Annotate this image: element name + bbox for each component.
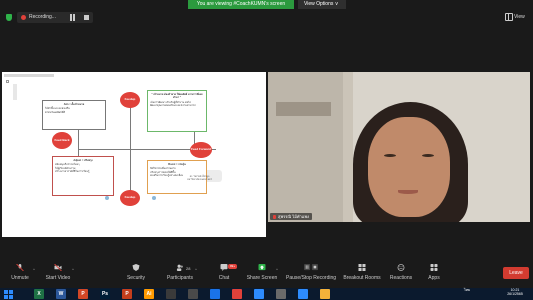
participant-count: 28 [186,266,191,271]
apps-icon [430,264,438,271]
chat-icon [220,264,228,271]
video-background-shelf [268,72,343,222]
recording-label: Recording... [29,14,56,20]
aim-bullet: คาดหวังผลลัพธ์ที่ดี [45,110,65,114]
slide-control-icon[interactable] [6,80,9,83]
video-off-icon [54,264,62,271]
app-14-icon[interactable] [320,289,330,299]
share-screen-label: Share Screen [246,275,278,281]
app-7-icon[interactable] [166,289,176,299]
caret-up-icon[interactable]: ^ [33,267,35,272]
app-10-icon[interactable] [232,289,242,299]
chat-button[interactable]: Chat [204,264,244,288]
pause-stop-recording-button[interactable]: Pause/Stop Recording [286,264,336,288]
participant-name-label: สุพรรณิ ไม้คำแพง [270,213,312,220]
participants-label: Participants [166,275,194,281]
feedup-bottom-burst: Feedup [120,190,140,206]
top-text-box: " เป้าหมาย ต้องท้าทาย ให้ผลลัพธ์ มากกว่า… [147,90,207,132]
chat-badge: 99+ [228,264,238,269]
pause-stop-recording-label: Pause/Stop Recording [286,275,337,281]
reactions-smiley-icon [397,264,405,271]
app-12-icon[interactable] [276,289,286,299]
slide-toolbar [4,74,54,77]
windows-start-icon[interactable] [3,289,13,299]
security-label: Security [126,275,146,281]
caret-up-icon[interactable]: ^ [276,267,278,272]
unmute-label: Unmute [11,275,29,281]
participant-name: สุพรรณิ ไม้คำแพง [278,214,309,219]
word-app-icon[interactable]: W [56,289,66,299]
feedforward-burst: Feed Forward [190,142,212,158]
shared-screen: " เป้าหมาย ต้องท้าทาย ให้ผลลัพธ์ มากกว่า… [2,72,266,237]
muted-mic-icon [16,264,24,271]
top-quote: " เป้าหมาย ต้องท้าทาย ให้ผลลัพธ์ มากกว่า… [151,93,203,100]
shield-icon[interactable] [6,14,12,21]
adjust-box: Adjust = ปรับปรุง สนับสนุนกิจกรรมใหม่ๆ ใ… [52,156,114,196]
excel-app-icon[interactable]: X [34,289,44,299]
clock-date: 26/1/2565 [507,292,523,296]
pin-icon [152,196,156,200]
apps-button[interactable]: Apps [414,264,454,288]
apps-label: Apps [428,275,440,281]
top-banner: You are viewing #CoachKUMN's screen View… [0,0,533,9]
participant-face [368,117,450,217]
feedback-burst: Feed Back [52,132,72,149]
view-options-button[interactable]: View Options v [298,0,346,9]
muted-mic-icon [273,214,276,219]
boost-header: Boost = กระตุ้น [168,163,186,166]
aim-header: Aim = ตั้งเป้าหมาย [63,103,85,106]
app-13-icon[interactable] [298,289,308,299]
video-background-shelf [276,102,331,116]
view-options-label: View Options [304,1,334,7]
top-bullet: พัฒนาคุณภาพของทักษะและความสามารถ [150,104,196,108]
app-9-icon[interactable] [210,289,220,299]
share-screen-icon [258,264,266,271]
adjust-header: Adjust = ปรับปรุง [73,159,93,162]
chevron-down-icon: v [335,1,338,7]
participant-eye [384,154,396,157]
language-indicator[interactable]: ไทย [460,288,474,292]
clock[interactable]: 10:21 26/1/2565 [500,288,530,296]
layout-grid-icon[interactable] [505,13,513,21]
participant-mouth [398,190,418,194]
zoom-meeting-window: You are viewing #CoachKUMN's screen View… [0,0,533,300]
chat-label: Chat [218,275,230,281]
credit-line-2: มหาวิทยาลัยเกษตรศาสตร์ [187,179,212,181]
participants-button[interactable]: Participants [160,264,200,288]
photoshop-app-icon[interactable]: Ps [100,289,110,299]
axis-line-vertical [130,102,131,200]
participant-eye [422,154,434,157]
powerpoint2-app-icon[interactable]: P [122,289,132,299]
powerpoint-app-icon[interactable]: P [78,289,88,299]
start-video-label: Start Video [45,275,71,281]
app-8-icon[interactable] [188,289,198,299]
record-dot-icon [21,15,26,20]
leave-button[interactable]: Leave [503,267,529,279]
caret-up-icon[interactable]: ^ [72,267,74,272]
pause-recording-icon[interactable] [69,14,76,21]
aim-box: Aim = ตั้งเป้าหมาย ให้คำชี้แนะและส่งเสริ… [42,100,106,130]
video-background-shelf [343,72,353,222]
app-11-icon[interactable] [254,289,264,299]
participants-icon [176,264,183,271]
pin-icon [105,196,109,200]
breakout-rooms-label: Breakout Rooms [343,275,381,281]
slide-side-panel [13,84,17,100]
caret-up-icon[interactable]: ^ [195,267,197,272]
pause-stop-icon [304,264,318,271]
connector-line [78,130,79,150]
viewing-status-banner: You are viewing #CoachKUMN's screen [188,0,294,9]
illustrator-app-icon[interactable]: Ai [144,289,154,299]
breakout-rooms-icon [358,264,366,271]
slide-credit: ดร. ไพรวัลย์ เพ็ชรพูล มหาวิทยาลัยเกษตรศา… [177,176,222,182]
breakout-rooms-button[interactable]: Breakout Rooms [340,264,384,288]
security-shield-icon [132,264,140,271]
security-button[interactable]: Security [116,264,156,288]
feedup-burst: Feedup [120,92,140,108]
stop-recording-icon[interactable] [84,15,89,20]
adjust-bullet: สร้างบรรยากาศที่ดีในการเรียนรู้ [55,170,90,174]
participant-video-tile[interactable]: สุพรรณิ ไม้คำแพง [268,72,530,222]
view-button[interactable]: View [514,12,525,23]
recording-indicator: Recording... [17,12,93,23]
